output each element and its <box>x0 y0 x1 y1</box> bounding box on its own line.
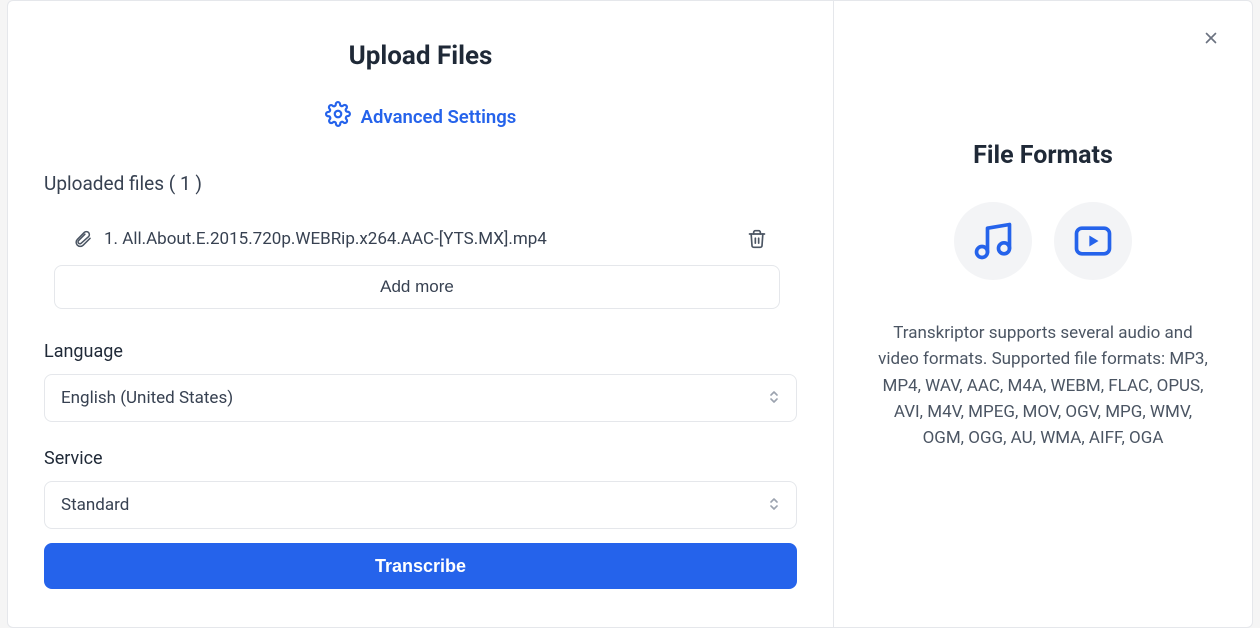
close-icon <box>1202 29 1220 51</box>
language-label: Language <box>44 341 797 362</box>
service-select[interactable]: Standard <box>44 481 797 529</box>
service-value: Standard <box>61 495 129 515</box>
select-caret-icon <box>768 495 780 515</box>
upload-panel: Upload Files Advanced Settings Uploaded … <box>8 1 834 627</box>
info-panel: File Formats Transkriptor supports sever… <box>834 1 1252 627</box>
service-label: Service <box>44 448 797 469</box>
language-value: English (United States) <box>61 388 233 408</box>
language-select[interactable]: English (United States) <box>44 374 797 422</box>
audio-format-icon <box>954 202 1032 280</box>
uploaded-files-heading: Uploaded files ( 1 ) <box>44 172 797 195</box>
advanced-settings-label: Advanced Settings <box>361 106 517 128</box>
close-button[interactable] <box>1200 29 1222 51</box>
formats-title: File Formats <box>874 141 1212 170</box>
add-more-button[interactable]: Add more <box>54 265 780 309</box>
transcribe-button[interactable]: Transcribe <box>44 543 797 589</box>
file-row: 1. All.About.E.2015.720p.WEBRip.x264.AAC… <box>44 213 797 265</box>
video-format-icon <box>1054 202 1132 280</box>
gear-icon <box>325 101 351 132</box>
attachment-icon <box>74 230 92 248</box>
advanced-settings-link[interactable]: Advanced Settings <box>44 101 797 132</box>
select-caret-icon <box>768 388 780 408</box>
upload-modal: Upload Files Advanced Settings Uploaded … <box>7 0 1253 628</box>
delete-file-button[interactable] <box>747 229 767 249</box>
format-icons <box>874 202 1212 280</box>
file-name: 1. All.About.E.2015.720p.WEBRip.x264.AAC… <box>104 229 747 249</box>
page-title: Upload Files <box>44 41 797 71</box>
formats-description: Transkriptor supports several audio and … <box>878 320 1208 452</box>
